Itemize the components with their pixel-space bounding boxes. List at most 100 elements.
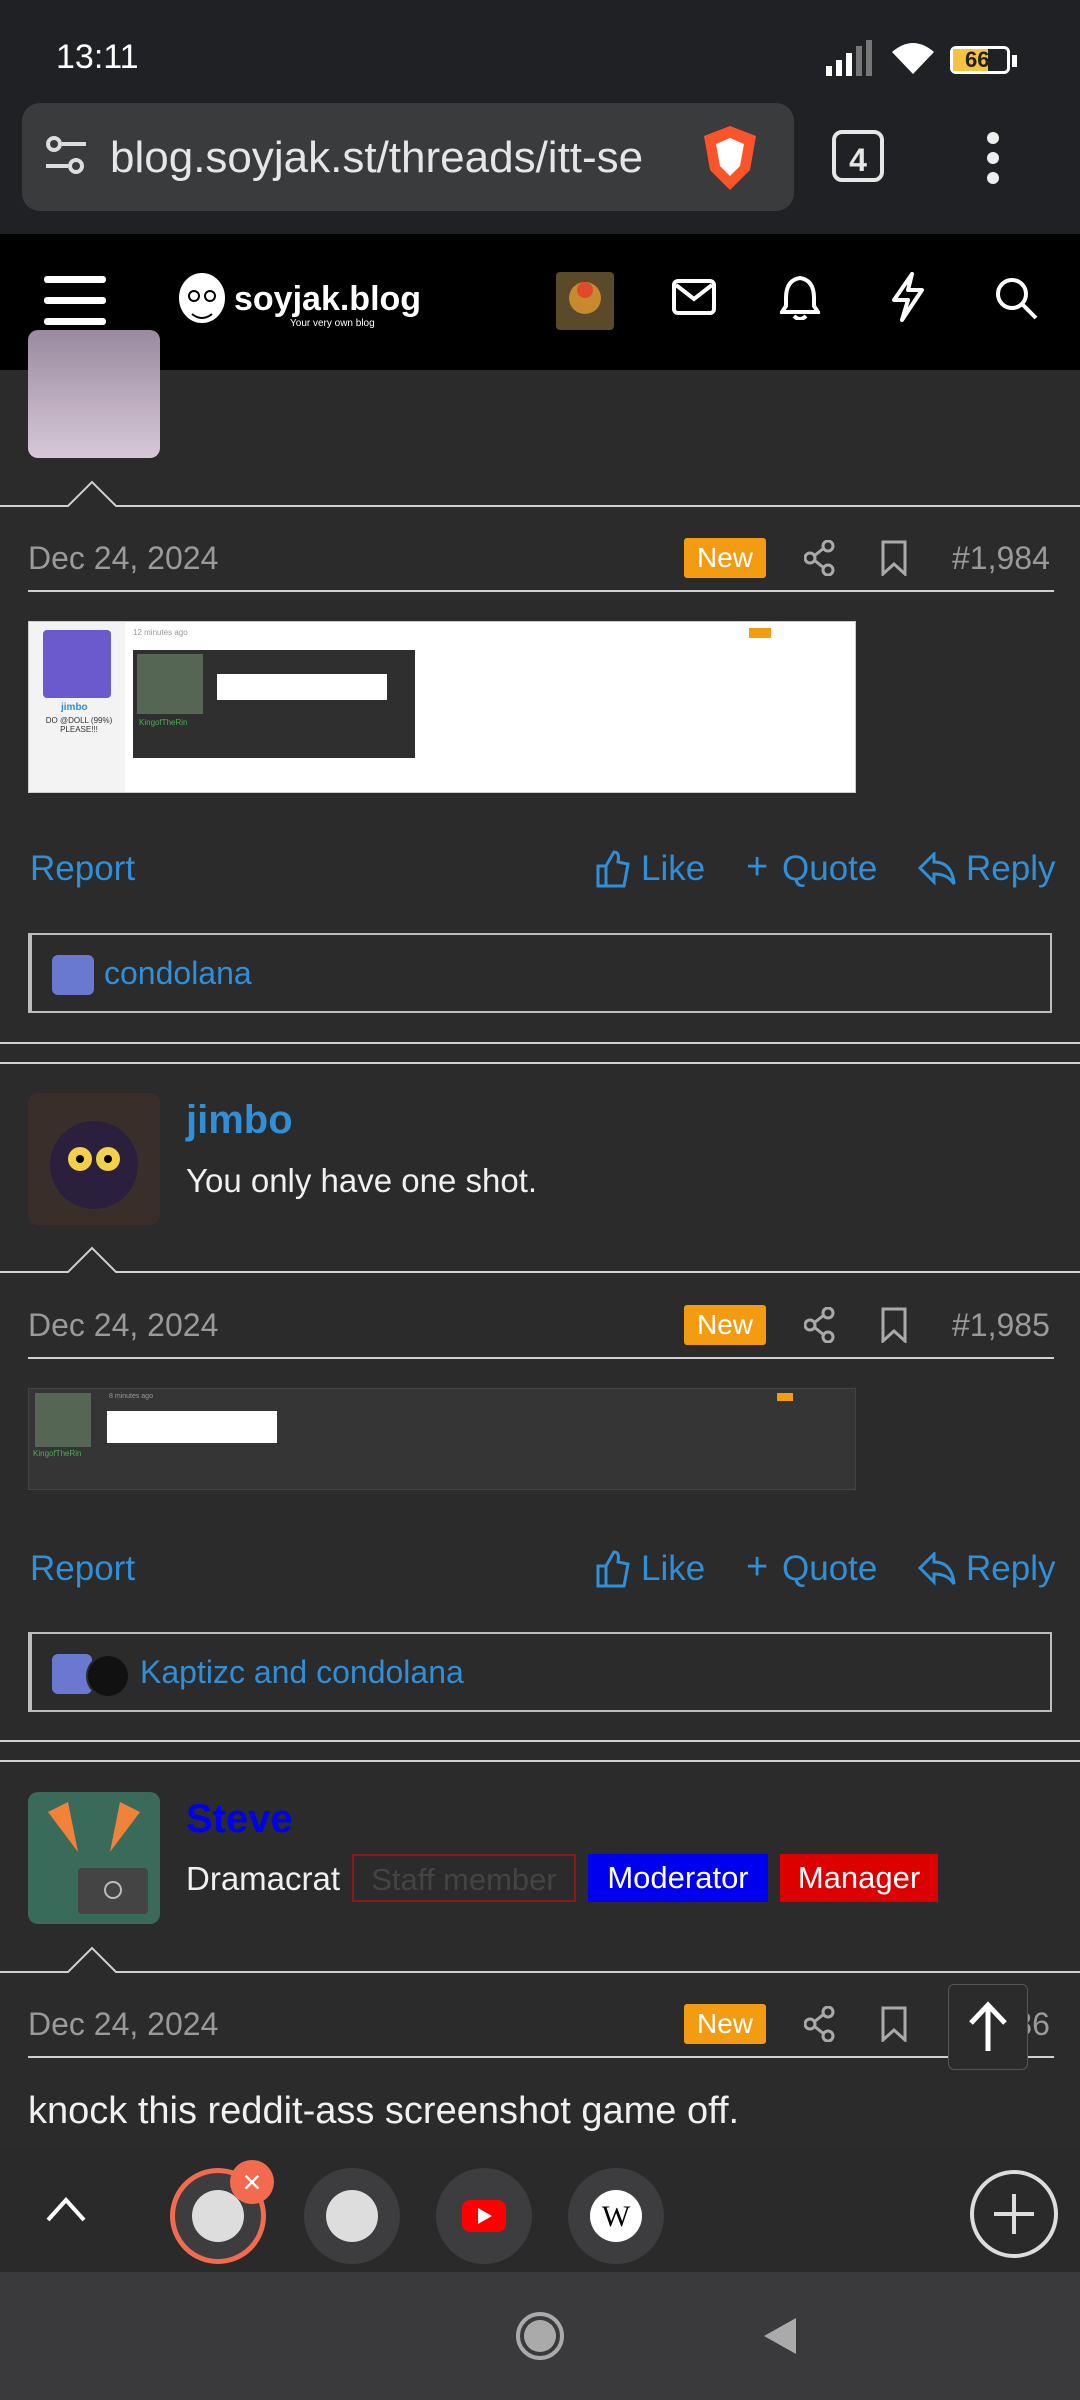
author-message: You only have one shot.: [186, 1162, 538, 1199]
author-name[interactable]: Steve: [186, 1797, 293, 1842]
reactor-avatar: [52, 955, 94, 995]
quote-plus-icon[interactable]: +: [746, 846, 768, 889]
like-thumb-icon[interactable]: [594, 1550, 630, 1588]
hamburger-menu-icon[interactable]: [44, 276, 106, 326]
reply-button[interactable]: Reply: [966, 849, 1055, 889]
brave-shields-icon[interactable]: [700, 124, 760, 192]
thumb-avatar: [43, 630, 111, 698]
new-badge: New: [684, 2004, 766, 2044]
chevron-up-icon[interactable]: [46, 2196, 86, 2222]
tab-youtube[interactable]: [436, 2168, 532, 2264]
post-number[interactable]: #1,985: [952, 1307, 1050, 1344]
thumb-new-badge: [777, 1393, 793, 1401]
thumb-username: jimbo: [61, 702, 88, 713]
youtube-icon: [462, 2200, 506, 2232]
scroll-to-top-button[interactable]: [948, 1984, 1028, 2070]
site-logo-icon[interactable]: [172, 268, 232, 336]
bookmark-icon[interactable]: [880, 1307, 908, 1343]
author-avatar-steve[interactable]: [28, 1792, 160, 1924]
back-button-icon[interactable]: [760, 2314, 800, 2358]
post-date[interactable]: Dec 24, 2024: [28, 2006, 218, 2043]
arrow-up-icon: [969, 2001, 1007, 2051]
author-avatar-jimbo[interactable]: [28, 1093, 160, 1225]
home-button-icon[interactable]: [514, 2310, 566, 2362]
quote-plus-icon[interactable]: +: [746, 1546, 768, 1589]
bookmark-icon[interactable]: [880, 2006, 908, 2042]
battery-level: 66: [965, 47, 990, 72]
user-title: Dramacrat: [186, 1860, 341, 1897]
post-header-separator: [28, 1357, 1054, 1359]
more-menu-icon[interactable]: [984, 130, 1002, 186]
site-tagline: Your very own blog: [290, 318, 375, 329]
attached-screenshot[interactable]: KingofTheRin 8 minutes ago: [28, 1388, 856, 1490]
reactions-bar[interactable]: Kaptizc and condolana: [28, 1632, 1052, 1712]
author-name[interactable]: jimbo: [186, 1098, 293, 1143]
post-date[interactable]: Dec 24, 2024: [28, 540, 218, 577]
thumb-inner-post: [217, 674, 387, 700]
post-header-separator: [28, 2056, 1054, 2058]
plus-icon: [994, 2194, 1034, 2234]
attached-screenshot[interactable]: jimbo DO @DOLL (99%) PLEASE!!! 12 minute…: [28, 621, 856, 793]
quote-button[interactable]: Quote: [782, 1549, 877, 1589]
inbox-icon[interactable]: [672, 279, 716, 315]
new-badge: New: [684, 1305, 766, 1345]
share-icon[interactable]: [804, 2006, 836, 2042]
like-thumb-icon[interactable]: [594, 850, 630, 888]
post-date[interactable]: Dec 24, 2024: [28, 1307, 218, 1344]
thumb-new-badge: [749, 628, 771, 638]
notifications-bell-icon[interactable]: [780, 274, 820, 320]
report-link[interactable]: Report: [30, 849, 135, 889]
tab-strip: [0, 2148, 1080, 2272]
quote-button[interactable]: Quote: [782, 849, 877, 889]
tab-wikipedia[interactable]: W: [568, 2168, 664, 2264]
thumb-caption: DO @DOLL (99%) PLEASE!!!: [45, 716, 113, 734]
manager-badge: Manager: [780, 1854, 938, 1902]
new-tab-button[interactable]: [970, 2170, 1058, 2258]
reply-arrow-icon[interactable]: [918, 852, 956, 886]
status-bar: 13:11 66: [0, 0, 1080, 100]
site-settings-icon[interactable]: [44, 134, 88, 178]
close-tab-icon[interactable]: ×: [230, 2160, 274, 2204]
tab-count-button[interactable]: 4: [832, 130, 884, 182]
post-message: knock this reddit-ass screenshot game of…: [28, 2090, 740, 2132]
post-separator: [0, 1042, 1080, 1044]
thumb-inner: KingofTheRin: [133, 650, 415, 758]
post-separator: [0, 1740, 1080, 1742]
svg-text:W: W: [602, 2200, 631, 2233]
new-badge: New: [684, 538, 766, 578]
whats-new-bolt-icon[interactable]: [890, 272, 926, 322]
bookmark-icon[interactable]: [880, 540, 908, 576]
post-separator: [0, 1760, 1080, 1762]
like-button[interactable]: Like: [641, 849, 705, 889]
reactor-avatar: [86, 1654, 130, 1698]
share-icon[interactable]: [804, 540, 836, 576]
user-avatar[interactable]: [556, 272, 614, 330]
post-divider: [0, 1246, 1080, 1273]
site-title[interactable]: soyjak.blog: [234, 280, 421, 319]
thumb-time: 12 minutes ago: [133, 628, 188, 637]
url-text[interactable]: blog.soyjak.st/threads/itt-se: [110, 133, 670, 183]
staff-member-badge: Staff member: [352, 1854, 576, 1902]
thumb-inner-user: KingofTheRin: [139, 718, 188, 727]
signal-icon: [826, 40, 872, 76]
post-divider: [0, 1946, 1080, 1973]
thumb-inner: [107, 1411, 277, 1443]
tab-soyjak[interactable]: [304, 2168, 400, 2264]
status-time: 13:11: [56, 38, 139, 76]
reply-arrow-icon[interactable]: [918, 1552, 956, 1586]
reactions-names[interactable]: condolana: [104, 955, 252, 992]
reply-button[interactable]: Reply: [966, 1549, 1055, 1589]
battery-icon: 66: [950, 46, 1010, 74]
post-number[interactable]: #1,984: [952, 540, 1050, 577]
reactions-bar[interactable]: condolana: [28, 933, 1052, 1013]
like-button[interactable]: Like: [641, 1549, 705, 1589]
thumb-avatar: [35, 1393, 91, 1447]
reactions-names[interactable]: Kaptizc and condolana: [140, 1654, 464, 1691]
wikipedia-icon: W: [590, 2190, 642, 2242]
moderator-badge: Moderator: [588, 1854, 768, 1902]
search-icon[interactable]: [994, 276, 1038, 320]
report-link[interactable]: Report: [30, 1549, 135, 1589]
avatar-partial[interactable]: [28, 330, 160, 458]
share-icon[interactable]: [804, 1307, 836, 1343]
post-divider: [0, 480, 1080, 507]
